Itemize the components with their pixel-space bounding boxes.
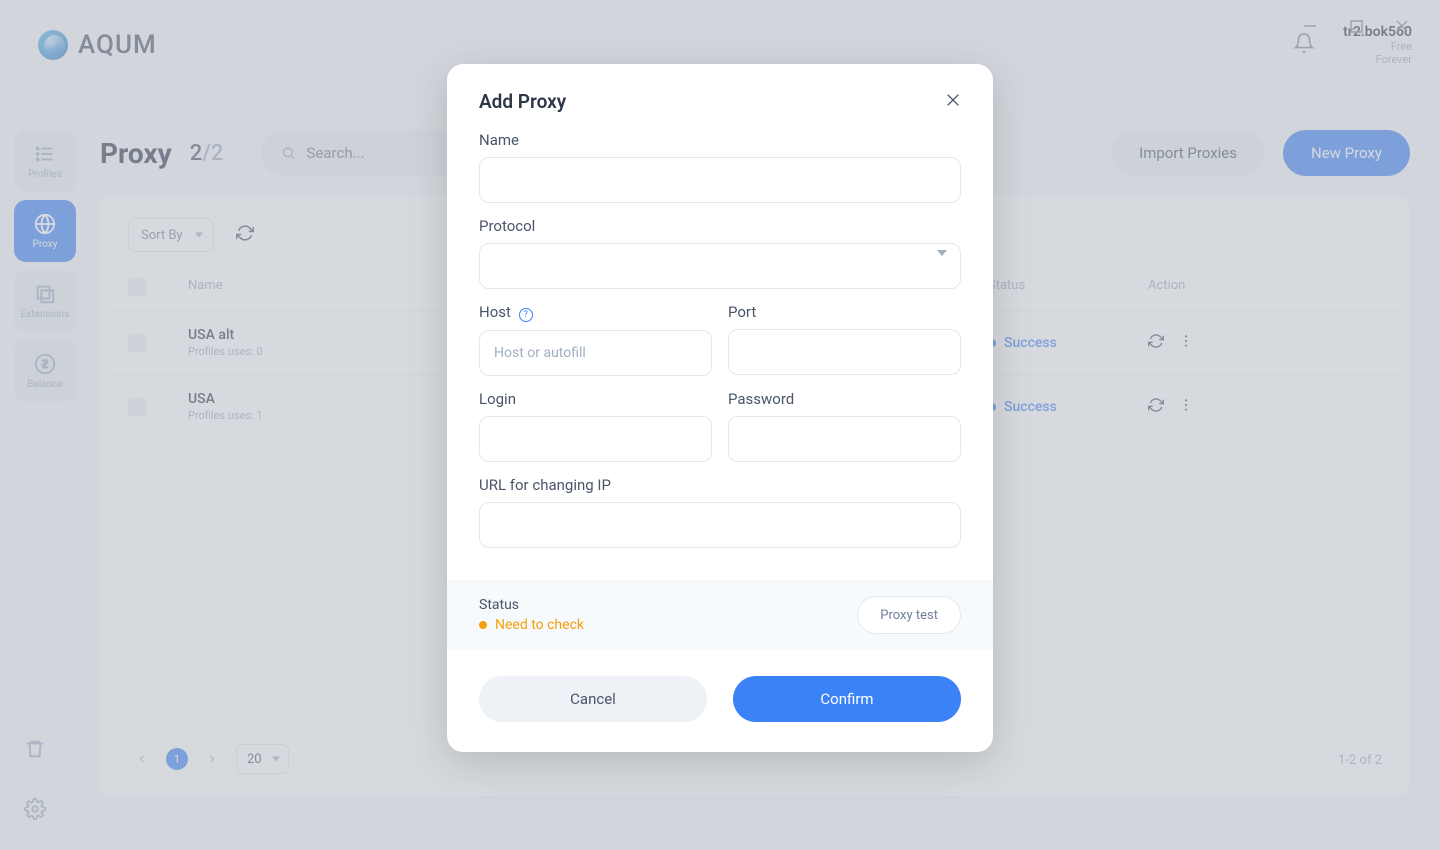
host-input[interactable] — [479, 330, 712, 376]
close-icon[interactable] — [945, 92, 961, 112]
password-input[interactable] — [728, 416, 961, 462]
status-label: Status — [479, 597, 584, 613]
name-input[interactable] — [479, 157, 961, 203]
confirm-button[interactable]: Confirm — [733, 676, 961, 722]
cancel-button[interactable]: Cancel — [479, 676, 707, 722]
login-label: Login — [479, 390, 712, 408]
protocol-label: Protocol — [479, 217, 961, 235]
proxy-test-button[interactable]: Proxy test — [857, 596, 961, 634]
port-input[interactable] — [728, 329, 961, 375]
modal-title: Add Proxy — [479, 90, 566, 113]
add-proxy-modal: Add Proxy Name Protocol Host ? Port — [447, 64, 993, 752]
name-label: Name — [479, 131, 961, 149]
modal-overlay: Add Proxy Name Protocol Host ? Port — [0, 0, 1440, 850]
status-dot-icon — [479, 621, 487, 629]
status-value: Need to check — [479, 617, 584, 633]
password-label: Password — [728, 390, 961, 408]
protocol-select[interactable] — [479, 243, 961, 289]
host-label: Host ? — [479, 303, 712, 322]
login-input[interactable] — [479, 416, 712, 462]
port-label: Port — [728, 303, 961, 321]
url-change-ip-input[interactable] — [479, 502, 961, 548]
help-icon[interactable]: ? — [519, 308, 533, 322]
url-change-ip-label: URL for changing IP — [479, 476, 961, 494]
modal-status-bar: Status Need to check Proxy test — [447, 580, 993, 650]
